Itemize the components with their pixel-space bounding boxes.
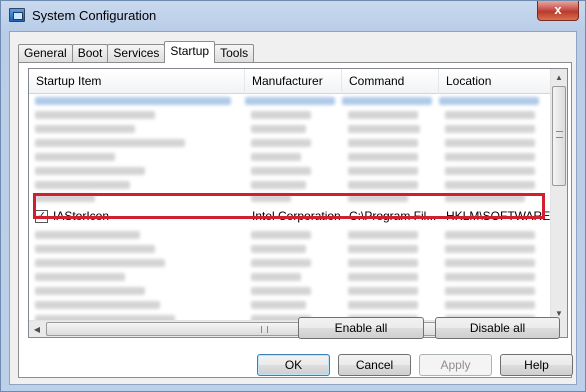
scroll-left-icon[interactable]: ◀ bbox=[29, 321, 45, 337]
blurred-row[interactable] bbox=[29, 178, 552, 192]
list-header: Startup Item Manufacturer Command Locati… bbox=[29, 69, 552, 94]
scroll-up-icon[interactable]: ▲ bbox=[551, 69, 567, 86]
tab-services[interactable]: Services bbox=[107, 44, 166, 63]
tab-strip: General Boot Services Startup Tools bbox=[18, 41, 255, 63]
apply-button[interactable]: Apply bbox=[419, 354, 492, 376]
command-cell: C:\Program Fil... bbox=[349, 209, 437, 223]
msconfig-icon bbox=[9, 8, 25, 22]
help-button[interactable]: Help bbox=[500, 354, 573, 376]
blurred-row[interactable] bbox=[29, 242, 552, 256]
list-rows: ✓ IAStorIcon Intel Corporation C:\Program… bbox=[29, 94, 552, 322]
vertical-scroll-thumb[interactable] bbox=[552, 86, 566, 186]
blurred-row[interactable] bbox=[29, 270, 552, 284]
blurred-row[interactable] bbox=[29, 94, 552, 108]
blurred-row[interactable] bbox=[29, 122, 552, 136]
column-startup-item[interactable]: Startup Item bbox=[29, 69, 245, 94]
enable-all-button[interactable]: Enable all bbox=[298, 317, 424, 339]
startup-items-list[interactable]: Startup Item Manufacturer Command Locati… bbox=[28, 68, 568, 338]
ok-button[interactable]: OK bbox=[257, 354, 330, 376]
tab-tools[interactable]: Tools bbox=[214, 44, 255, 63]
close-button[interactable]: x bbox=[537, 1, 579, 21]
blurred-row[interactable] bbox=[29, 150, 552, 164]
manufacturer-cell: Intel Corporation bbox=[252, 209, 341, 223]
column-command[interactable]: Command bbox=[342, 69, 439, 94]
close-icon: x bbox=[554, 2, 562, 17]
location-cell: HKLM\SOFTWARE\... bbox=[446, 209, 552, 223]
startup-item-name: IAStorIcon bbox=[53, 208, 110, 223]
column-manufacturer[interactable]: Manufacturer bbox=[245, 69, 342, 94]
blurred-row[interactable] bbox=[29, 136, 552, 150]
table-row-iastoricon[interactable]: ✓ IAStorIcon Intel Corporation C:\Program… bbox=[29, 204, 552, 228]
window-title: System Configuration bbox=[32, 8, 157, 23]
system-configuration-window: System Configuration x General Boot Serv… bbox=[0, 0, 586, 392]
tab-general[interactable]: General bbox=[18, 44, 73, 63]
blurred-row[interactable] bbox=[29, 192, 552, 204]
blurred-row[interactable] bbox=[29, 164, 552, 178]
column-location[interactable]: Location bbox=[439, 69, 552, 94]
vertical-scrollbar[interactable]: ▲ ▼ bbox=[550, 69, 567, 322]
disable-all-button[interactable]: Disable all bbox=[435, 317, 560, 339]
blurred-row[interactable] bbox=[29, 108, 552, 122]
checkmark-icon: ✓ bbox=[36, 210, 47, 223]
blurred-row[interactable] bbox=[29, 228, 552, 242]
blurred-row[interactable] bbox=[29, 284, 552, 298]
tab-startup[interactable]: Startup bbox=[164, 41, 216, 63]
blurred-row[interactable] bbox=[29, 298, 552, 312]
blurred-row[interactable] bbox=[29, 256, 552, 270]
title-bar: System Configuration x bbox=[1, 1, 585, 31]
row-checkbox[interactable]: ✓ bbox=[35, 210, 48, 224]
cancel-button[interactable]: Cancel bbox=[338, 354, 411, 376]
tab-boot[interactable]: Boot bbox=[71, 44, 109, 63]
